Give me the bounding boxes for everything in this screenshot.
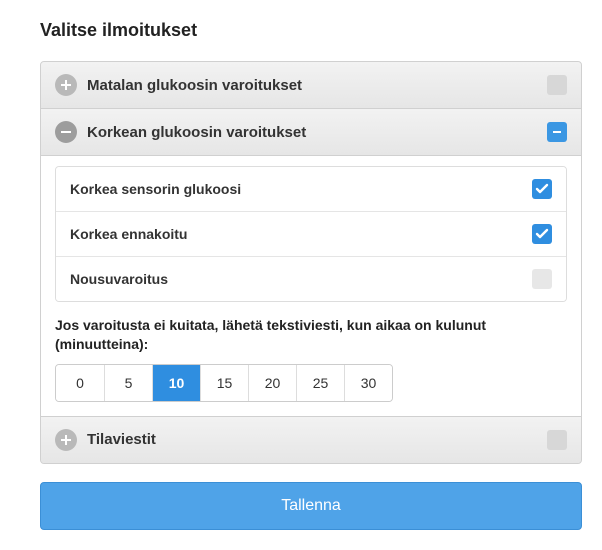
section-high-panel: Korkea sensorin glukoosi Korkea ennakoit… [41,155,581,416]
high-options-list: Korkea sensorin glukoosi Korkea ennakoit… [55,166,567,302]
expand-icon [55,429,77,451]
delay-option[interactable]: 0 [56,365,104,401]
section-state-icon [547,122,567,142]
section-high-header[interactable]: Korkean glukoosin varoitukset [41,108,581,155]
delay-option[interactable]: 10 [152,365,200,401]
expand-icon [55,74,77,96]
delay-help-text: Jos varoitusta ei kuitata, lähetä teksti… [55,316,567,354]
section-high-glucose: Korkean glukoosin varoitukset Korkea sen… [41,108,581,416]
option-row[interactable]: Nousuvaroitus [56,256,566,301]
option-row[interactable]: Korkea ennakoitu [56,211,566,256]
checkbox-icon[interactable] [532,224,552,244]
save-button[interactable]: Tallenna [40,482,582,530]
delay-option[interactable]: 30 [344,365,392,401]
section-status: Tilaviestit [41,416,581,463]
delay-option[interactable]: 20 [248,365,296,401]
notifications-accordion: Matalan glukoosin varoitukset Korkean gl… [40,61,582,464]
section-low-header[interactable]: Matalan glukoosin varoitukset [41,62,581,108]
delay-option[interactable]: 15 [200,365,248,401]
section-low-title: Matalan glukoosin varoitukset [87,77,537,94]
collapse-icon [55,121,77,143]
option-label: Nousuvaroitus [70,271,532,287]
option-label: Korkea sensorin glukoosi [70,181,532,197]
delay-option[interactable]: 25 [296,365,344,401]
page-title: Valitse ilmoitukset [40,20,582,41]
delay-segmented: 0 5 10 15 20 25 30 [55,364,393,402]
section-status-title: Tilaviestit [87,431,537,448]
option-label: Korkea ennakoitu [70,226,532,242]
section-low-glucose: Matalan glukoosin varoitukset [41,62,581,108]
delay-option[interactable]: 5 [104,365,152,401]
section-state-icon [547,430,567,450]
section-status-header[interactable]: Tilaviestit [41,416,581,463]
section-high-title: Korkean glukoosin varoitukset [87,124,537,141]
option-row[interactable]: Korkea sensorin glukoosi [56,167,566,211]
checkbox-icon[interactable] [532,269,552,289]
checkbox-icon[interactable] [532,179,552,199]
section-state-icon [547,75,567,95]
